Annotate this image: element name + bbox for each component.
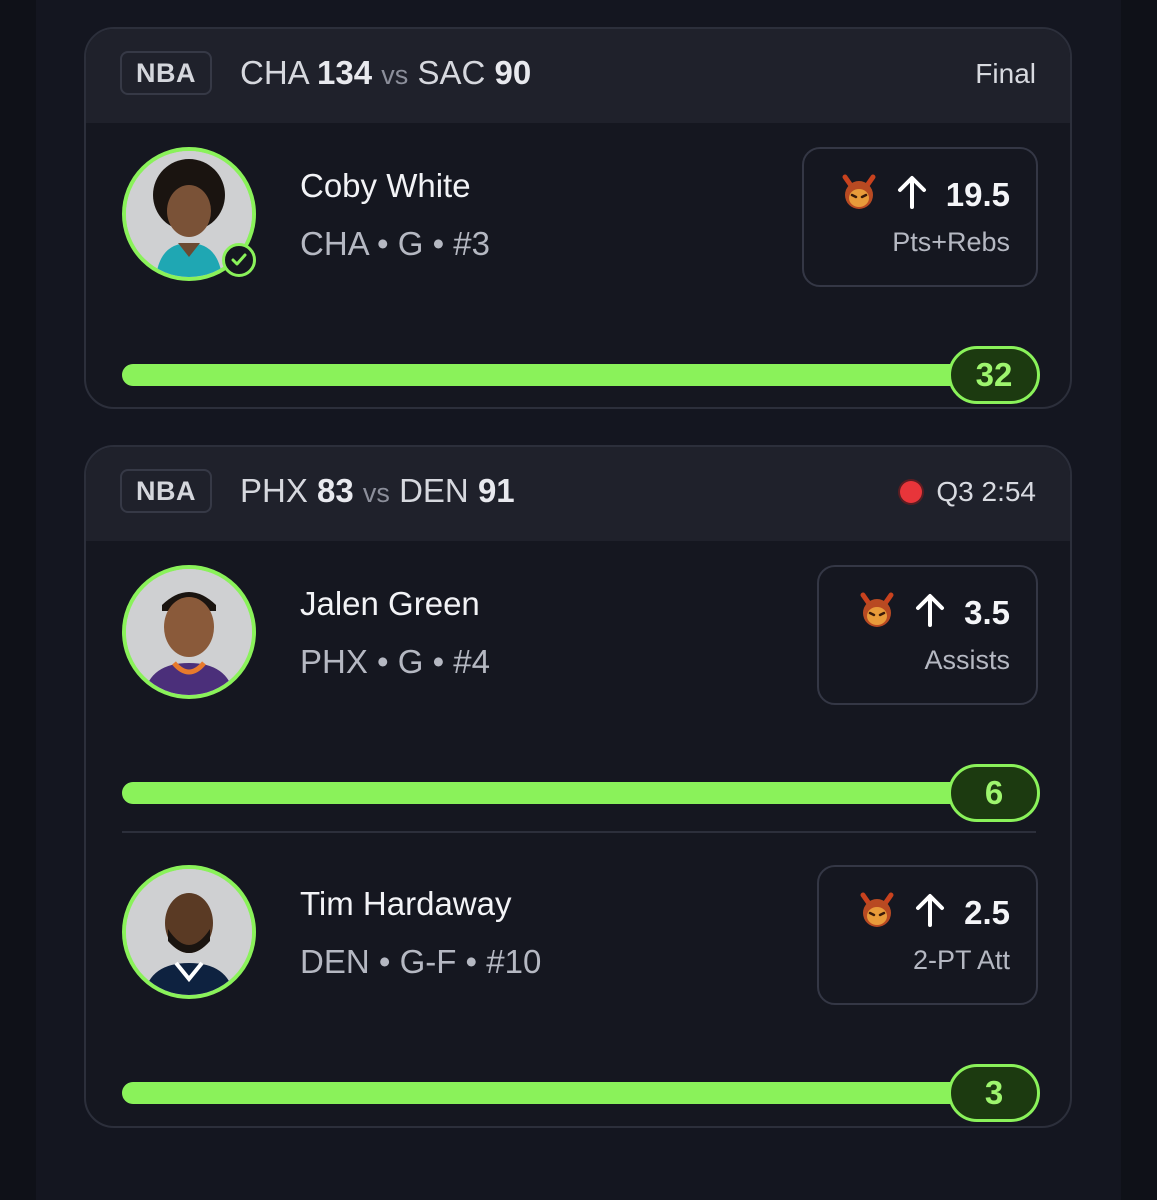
progress-fill <box>122 1082 1038 1104</box>
pick-stat-label: Assists <box>924 645 1010 675</box>
game-status: Final <box>975 58 1036 90</box>
verified-check-icon <box>222 243 256 277</box>
league-badge: NBA <box>120 469 212 513</box>
matchup: PHX 83 vs DEN 91 <box>240 472 515 510</box>
arrow-up-icon <box>896 175 928 214</box>
player-meta: CHA • G • #3 <box>300 225 491 262</box>
left-edge <box>0 0 36 1200</box>
matchup: CHA 134 vs SAC 90 <box>240 54 531 92</box>
vs-label: vs <box>362 478 390 508</box>
progress-fill <box>122 364 1038 386</box>
progress-bar <box>122 364 1038 386</box>
progress-bar <box>122 1082 1038 1104</box>
player-name: Tim Hardaway <box>300 885 512 922</box>
arrow-up-icon <box>914 893 946 932</box>
team-abbr: DEN <box>399 472 469 509</box>
pick-stat-label: Pts+Rebs <box>892 227 1010 257</box>
live-indicator-icon <box>900 481 923 503</box>
team-abbr: PHX <box>240 472 308 509</box>
pick-box[interactable]: 3.5 Assists <box>817 565 1038 705</box>
pick-line-value: 19.5 <box>945 175 1010 213</box>
devil-emoji-icon <box>858 891 896 934</box>
pick-line-value: 3.5 <box>964 593 1010 631</box>
game-card[interactable]: NBA CHA 134 vs SAC 90 Final Coby White C… <box>84 27 1072 409</box>
result-value-pill: 6 <box>948 764 1040 822</box>
team-abbr: CHA <box>240 54 308 91</box>
right-edge <box>1121 0 1157 1200</box>
pick-line-value: 2.5 <box>964 893 1010 931</box>
pick-box[interactable]: 19.5 Pts+Rebs <box>802 147 1038 287</box>
status-text: Q3 2:54 <box>936 476 1036 507</box>
team-score: 83 <box>317 472 354 509</box>
game-status: Q3 2:54 <box>900 476 1036 508</box>
arrow-up-icon <box>914 593 946 632</box>
pick-stat-label: 2-PT Att <box>912 945 1010 975</box>
player-avatar <box>122 865 256 999</box>
player-divider <box>122 831 1036 833</box>
league-badge: NBA <box>120 51 212 95</box>
progress-fill <box>122 782 1038 804</box>
team-score: 90 <box>494 54 532 91</box>
pick-line-row: 19.5 <box>840 173 1010 216</box>
status-text: Final <box>975 58 1036 89</box>
devil-emoji-icon <box>858 591 896 634</box>
progress-bar <box>122 782 1038 804</box>
player-meta: DEN • G-F • #10 <box>300 943 542 980</box>
player-avatar <box>122 565 256 699</box>
player-name: Coby White <box>300 167 471 204</box>
team-score: 91 <box>477 472 515 509</box>
game-header: NBA PHX 83 vs DEN 91 Q3 2:54 <box>86 447 1070 541</box>
game-card[interactable]: NBA PHX 83 vs DEN 91 Q3 2:54 Jalen Green… <box>84 445 1072 1128</box>
pick-line-row: 2.5 <box>858 891 1010 934</box>
pick-box[interactable]: 2.5 2-PT Att <box>817 865 1038 1005</box>
game-header: NBA CHA 134 vs SAC 90 Final <box>86 29 1070 123</box>
player-meta: PHX • G • #4 <box>300 643 491 680</box>
vs-label: vs <box>381 60 409 90</box>
team-score: 134 <box>317 54 373 91</box>
result-value-pill: 32 <box>948 346 1040 404</box>
pick-line-row: 3.5 <box>858 591 1010 634</box>
team-abbr: SAC <box>417 54 486 91</box>
devil-emoji-icon <box>840 173 878 216</box>
player-name: Jalen Green <box>300 585 480 622</box>
result-value-pill: 3 <box>948 1064 1040 1122</box>
